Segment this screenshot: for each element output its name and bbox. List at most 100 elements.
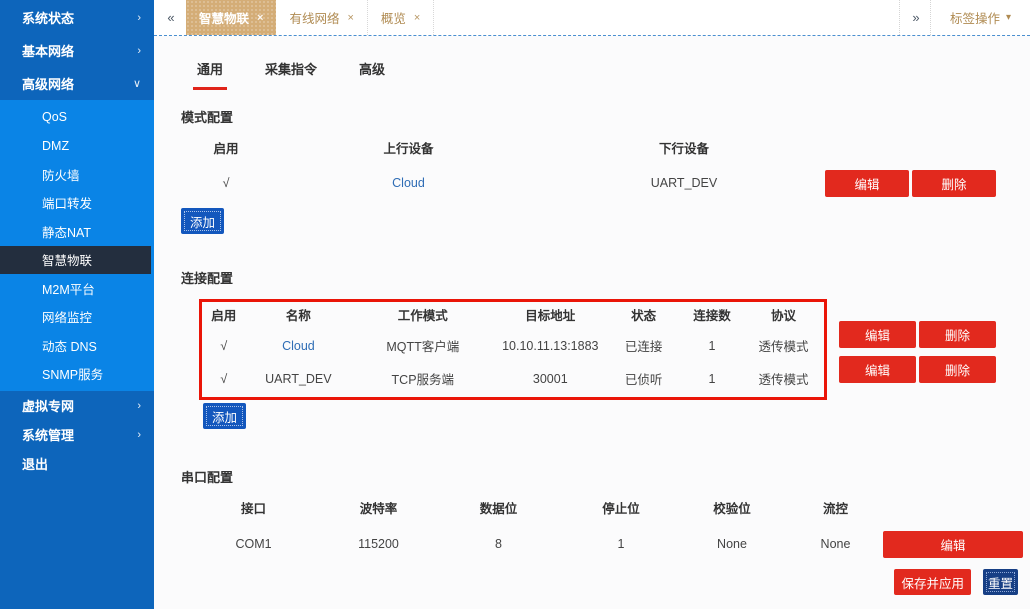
sidebar-item-system-status[interactable]: 系统状态 › [0,1,154,34]
annotation-highlight-box: 启用 名称 工作模式 目标地址 状态 连接数 协议 √ Cloud MQTT客户… [199,299,827,400]
app-window: 系统状态 › 基本网络 › 高级网络 ∨ QoS DMZ 防火墙 端口转发 静态… [0,0,1030,609]
conn-row-enabled check-icon: √ [220,371,228,386]
column-header: 状态 [631,309,657,323]
sidebar-subitem-m2m-platform[interactable]: M2M平台 [0,274,154,303]
sidebar-item-system-management[interactable]: 系统管理 › [0,420,154,449]
sidebar-subitem-qos[interactable]: QoS [0,103,154,132]
conn-config-table: 启用 名称 工作模式 目标地址 状态 连接数 协议 √ Cloud MQTT客户… [202,302,824,395]
mode-row-downlink: UART_DEV [650,176,718,190]
sidebar-subitem-static-nat[interactable]: 静态NAT [0,217,154,246]
mode-config-title: 模式配置 [181,110,234,125]
conn-delete-button[interactable]: 删除 [919,321,996,348]
page-tabs: 通用 采集指令 高级 [181,36,996,90]
reset-button[interactable]: 重置 [982,569,1018,595]
sidebar-item-label: 退出 [22,457,49,472]
column-header-actions [822,136,996,162]
sidebar-subitem-port-forwarding[interactable]: 端口转发 [0,189,154,218]
tab-wired-network[interactable]: 有线网络 × [276,0,368,35]
content-panel: 通用 采集指令 高级 模式配置 启用 上行设备 下行设备 √ Cloud UAR… [154,36,1030,609]
sidebar-subitem-smart-iot[interactable]: 智慧物联 [0,245,151,274]
sidebar-item-label: 基本网络 [22,44,75,59]
conn-edit-button[interactable]: 编辑 [839,356,916,383]
conn-row-target: 30001 [532,371,568,386]
sidebar-item-label: 系统状态 [22,11,75,26]
tab-actions-dropdown[interactable]: 标签操作 ▾ [931,0,1030,35]
column-header: 流控 [822,502,848,516]
save-apply-button[interactable]: 保存并应用 [894,569,971,595]
caret-down-icon: ▾ [1005,12,1011,23]
sidebar-item-basic-network[interactable]: 基本网络 › [0,34,154,67]
mode-row-uplink: Cloud [392,176,425,190]
conn-config-area: 启用 名称 工作模式 目标地址 状态 连接数 协议 √ Cloud MQTT客户… [199,299,996,400]
serial-row-baud: 115200 [358,537,399,551]
sidebar-subitem-firewall[interactable]: 防火墙 [0,160,154,189]
serial-edit-button[interactable]: 编辑 [883,530,1023,558]
tab-label: 智慧物联 [199,12,250,26]
column-header: 下行设备 [658,142,709,156]
sidebar-item-label: 高级网络 [22,77,75,92]
tab-label: 有线网络 [289,12,340,26]
chevron-right-icon: › [137,399,141,412]
close-icon[interactable]: × [347,12,353,24]
footer-actions: 保存并应用 重置 [894,569,1018,595]
conn-row-actions: 编辑 删除 编辑 删除 [839,299,996,383]
column-header: 工作模式 [397,309,448,323]
serial-row-stop-bits: 1 [617,537,625,551]
conn-row-target: 10.10.11.13:1883 [502,338,599,353]
serial-config-table: 接口 波特率 数据位 停止位 校验位 流控 COM1 115200 8 1 No… [181,486,1023,566]
sidebar-submenu: QoS DMZ 防火墙 端口转发 静态NAT 智慧物联 M2M平台 网络监控 动… [0,100,154,391]
tabs-scroll-left-icon[interactable]: « [154,0,186,35]
conn-row-status: 已侦听 [624,373,663,387]
chevron-right-icon: › [137,44,141,57]
mode-row-enabled check-icon: √ [222,176,230,190]
conn-add-button[interactable]: 添加 [203,403,246,429]
column-header: 接口 [240,502,266,516]
close-icon[interactable]: × [257,12,263,24]
sidebar-bottom-group: 虚拟专网 › 系统管理 › 退出 [0,391,154,478]
sidebar-item-logout[interactable]: 退出 [0,449,154,478]
sidebar-subitem-network-monitor[interactable]: 网络监控 [0,303,154,332]
sidebar-subitem-dynamic-dns[interactable]: 动态 DNS [0,331,154,360]
column-header-actions [883,496,1023,522]
sidebar-subitem-snmp-service[interactable]: SNMP服务 [0,360,154,389]
tab-label: 概览 [380,12,406,26]
sidebar-item-vpn[interactable]: 虚拟专网 › [0,391,154,420]
column-header: 启用 [213,142,239,156]
chevron-right-icon: › [137,428,141,441]
column-header: 停止位 [602,502,640,516]
sidebar-subitem-dmz[interactable]: DMZ [0,132,154,161]
tab-general[interactable]: 通用 [193,59,228,90]
conn-row-connections: 1 [708,371,716,386]
chevron-down-icon: ∨ [132,78,141,90]
conn-row-connections: 1 [708,338,716,353]
tab-collect-commands[interactable]: 采集指令 [261,59,321,90]
tab-overview[interactable]: 概览 × [368,0,435,35]
sidebar: 系统状态 › 基本网络 › 高级网络 ∨ QoS DMZ 防火墙 端口转发 静态… [0,0,154,609]
mode-delete-button[interactable]: 删除 [912,169,996,197]
tab-advanced[interactable]: 高级 [355,59,389,90]
column-header: 协议 [771,309,797,323]
conn-delete-button[interactable]: 删除 [919,356,996,383]
conn-row-protocol: 透传模式 [758,340,809,354]
sidebar-item-label: 虚拟专网 [22,399,75,414]
mode-add-button[interactable]: 添加 [181,208,224,234]
conn-row-status: 已连接 [624,340,663,354]
conn-row-mode: MQTT客户端 [386,340,460,354]
mode-edit-button[interactable]: 编辑 [825,169,909,197]
serial-config-title: 串口配置 [181,470,234,485]
column-header: 连接数 [693,309,731,323]
tabs-scroll-right-icon[interactable]: » [898,0,931,35]
tab-smart-iot[interactable]: 智慧物联 × [186,0,277,35]
sidebar-item-advanced-network[interactable]: 高级网络 ∨ [0,67,154,100]
conn-edit-button[interactable]: 编辑 [839,321,916,348]
conn-row-name: UART_DEV [265,371,332,386]
column-header: 目标地址 [525,309,576,323]
close-icon[interactable]: × [414,12,420,24]
serial-row-port: COM1 [235,537,272,551]
conn-row-name: Cloud [282,338,315,353]
sidebar-item-label: 系统管理 [22,428,75,443]
column-header: 启用 [211,309,237,323]
conn-config-title: 连接配置 [181,271,234,286]
chevron-right-icon: › [137,11,141,24]
column-header: 波特率 [359,502,398,516]
